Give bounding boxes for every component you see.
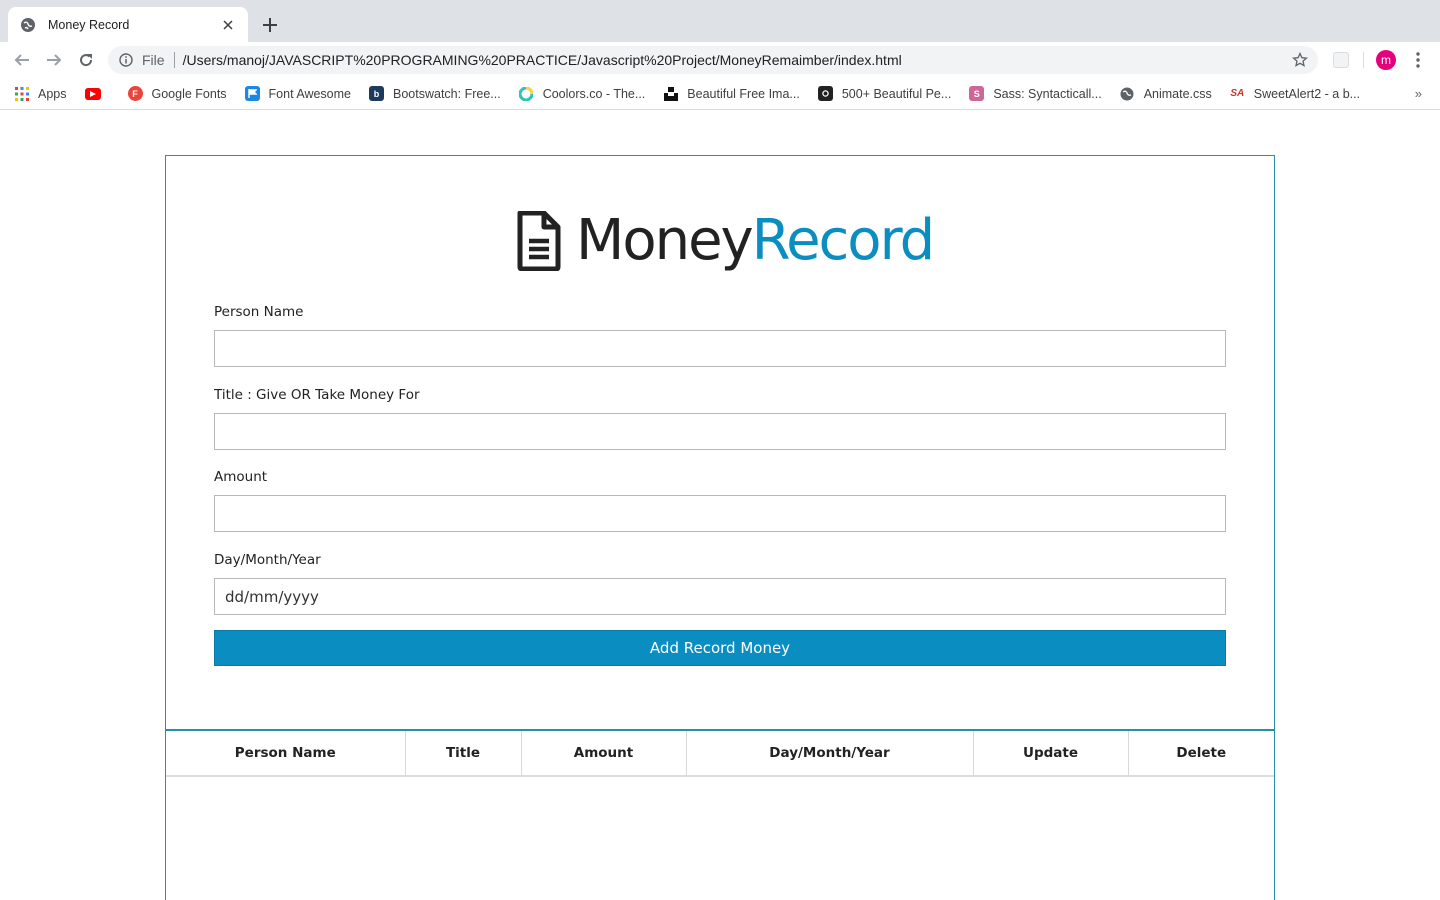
bookmark-label: Apps	[38, 86, 67, 101]
bookmark-google-fonts[interactable]: F Google Fonts	[127, 86, 227, 101]
bookmark-label: Sass: Syntacticall...	[993, 86, 1102, 101]
bookmark-bootswatch[interactable]: b Bootswatch: Free...	[369, 86, 501, 101]
google-fonts-icon: F	[127, 86, 143, 101]
unsplash-icon	[663, 86, 678, 101]
info-icon[interactable]	[118, 52, 134, 68]
youtube-icon	[84, 87, 101, 100]
forward-arrow-icon[interactable]	[44, 50, 64, 70]
bookmark-label: Bootswatch: Free...	[393, 86, 501, 101]
tab-title: Money Record	[48, 17, 130, 32]
bookmark-youtube[interactable]	[84, 87, 110, 100]
bookmark-500-beautiful[interactable]: 500+ Beautiful Pe...	[817, 86, 952, 101]
document-icon	[517, 211, 561, 271]
bookmark-sass[interactable]: S Sass: Syntacticall...	[969, 86, 1102, 101]
close-icon[interactable]	[220, 17, 236, 33]
col-date: Day/Month/Year	[686, 731, 974, 777]
amount-label: Amount	[214, 469, 268, 485]
omnibox-separator	[173, 52, 175, 68]
date-placeholder: dd/mm/yyyy	[225, 587, 319, 606]
globe-icon	[20, 17, 36, 33]
address-bar[interactable]: File /Users/manoj/JAVASCRIPT%20PROGRAMIN…	[108, 46, 1318, 74]
url-scheme-label: File	[142, 52, 165, 68]
bookmark-label: Beautiful Free Ima...	[687, 86, 800, 101]
title-label: Title : Give OR Take Money For	[214, 387, 420, 403]
date-label: Day/Month/Year	[214, 552, 321, 568]
profile-avatar[interactable]: m	[1376, 50, 1396, 70]
extension-icon[interactable]	[1333, 52, 1349, 68]
new-tab-icon[interactable]	[259, 14, 281, 36]
bookmark-coolors[interactable]: Coolors.co - The...	[519, 86, 646, 101]
col-person-name: Person Name	[166, 731, 406, 777]
table-header-row: Person Name Title Amount Day/Month/Year …	[166, 731, 1274, 777]
title-input[interactable]	[214, 413, 1226, 450]
records-table: Person Name Title Amount Day/Month/Year …	[166, 729, 1274, 777]
person-name-label: Person Name	[214, 304, 304, 320]
bookmark-apps[interactable]: Apps	[14, 86, 67, 101]
bookmark-sweetalert[interactable]: SA SweetAlert2 - a b...	[1230, 86, 1360, 101]
app-title-money: Money	[576, 208, 754, 273]
col-amount: Amount	[521, 731, 687, 777]
bookmark-animate[interactable]: Animate.css	[1120, 86, 1212, 101]
browser-toolbar: File /Users/manoj/JAVASCRIPT%20PROGRAMIN…	[0, 42, 1440, 78]
sass-icon: S	[969, 86, 985, 101]
person-name-input[interactable]	[214, 330, 1226, 367]
bookmark-label: Animate.css	[1143, 86, 1212, 101]
bookmark-label: 500+ Beautiful Pe...	[841, 86, 952, 101]
col-update: Update	[973, 731, 1129, 777]
more-bookmarks-icon[interactable]: »	[1415, 86, 1422, 101]
bookmark-label: Font Awesome	[268, 86, 351, 101]
bookmark-label: Coolors.co - The...	[542, 86, 646, 101]
amount-input[interactable]	[214, 495, 1226, 532]
camera-icon	[817, 86, 833, 101]
bootswatch-icon: b	[369, 86, 384, 101]
active-tab[interactable]: Money Record	[8, 7, 248, 42]
app-logo: MoneyRecord	[516, 206, 935, 276]
money-record-card: MoneyRecord Person Name Title : Give OR …	[165, 155, 1275, 900]
reload-icon[interactable]	[76, 50, 96, 70]
add-record-button[interactable]: Add Record Money	[214, 630, 1226, 666]
app-title: MoneyRecord	[576, 213, 935, 269]
star-icon[interactable]	[1292, 51, 1308, 68]
bookmark-label: Google Fonts	[151, 86, 227, 101]
col-title: Title	[405, 731, 522, 777]
more-menu-icon[interactable]	[1410, 50, 1426, 70]
bookmarks-bar: Apps F Google Fonts Font Awesome b Boots…	[0, 78, 1440, 110]
coolors-icon	[519, 86, 534, 101]
globe-icon	[1120, 86, 1135, 101]
font-awesome-icon	[244, 86, 260, 101]
url-text[interactable]: /Users/manoj/JAVASCRIPT%20PROGRAMING%20P…	[183, 52, 902, 68]
sweetalert-icon: SA	[1230, 88, 1245, 99]
bookmark-font-awesome[interactable]: Font Awesome	[244, 86, 351, 101]
back-arrow-icon[interactable]	[12, 50, 32, 70]
date-input[interactable]: dd/mm/yyyy	[214, 578, 1226, 615]
bookmark-unsplash[interactable]: Beautiful Free Ima...	[663, 86, 800, 101]
tab-strip: Money Record	[0, 0, 1440, 42]
toolbar-separator	[1363, 52, 1364, 68]
apps-grid-icon	[14, 86, 29, 101]
bookmark-label: SweetAlert2 - a b...	[1253, 86, 1361, 101]
col-delete: Delete	[1128, 731, 1274, 777]
app-title-record: Record	[751, 208, 935, 273]
